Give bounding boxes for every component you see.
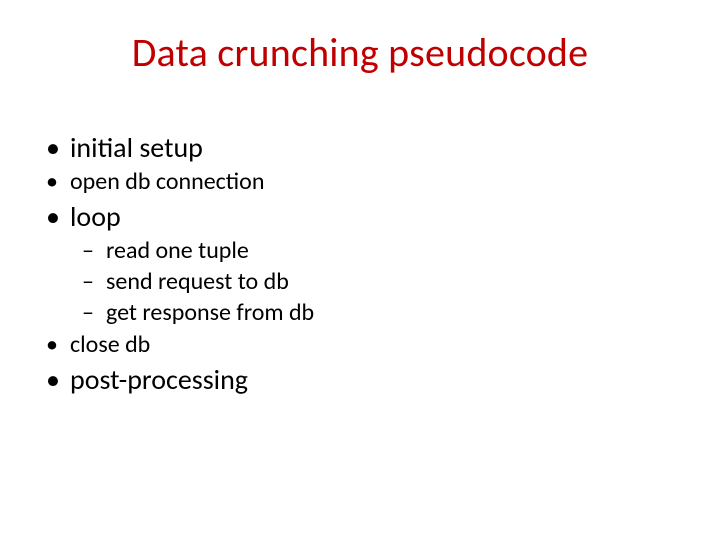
bullet-get-response: get response from db (82, 298, 684, 328)
bullet-post-processing: post-processing (36, 362, 684, 397)
slide-title: Data crunching pseudocode (0, 28, 720, 77)
bullet-read-tuple: read one tuple (82, 236, 684, 266)
slide-body: initial setup open db connection loop re… (36, 128, 684, 399)
bullet-close-db: close db (36, 330, 684, 360)
bullet-loop: loop (36, 199, 684, 234)
bullet-open-db: open db connection (36, 167, 684, 197)
slide: Data crunching pseudocode initial setup … (0, 0, 720, 540)
bullet-initial-setup: initial setup (36, 130, 684, 165)
bullet-send-request: send request to db (82, 267, 684, 297)
